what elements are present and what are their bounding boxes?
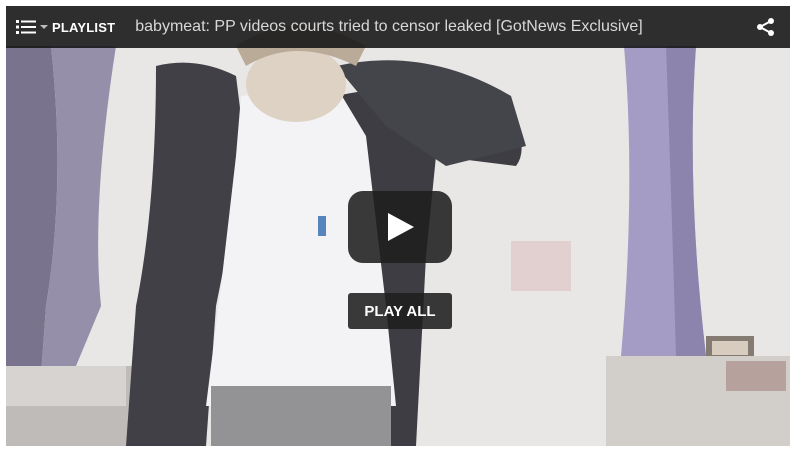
playlist-button[interactable]: PLAYLIST <box>6 6 123 48</box>
play-icon <box>388 213 414 241</box>
playlist-label: PLAYLIST <box>52 19 116 35</box>
list-icon <box>16 20 36 34</box>
video-title[interactable]: babymeat: PP videos courts tried to cens… <box>135 18 643 36</box>
play-button[interactable] <box>348 191 452 263</box>
caret-down-icon <box>40 25 48 29</box>
title-bar: PLAYLIST babymeat: PP videos courts trie… <box>6 6 790 48</box>
video-player[interactable]: PLAYLIST babymeat: PP videos courts trie… <box>6 6 790 446</box>
play-all-button[interactable]: PLAY ALL <box>348 293 452 329</box>
share-icon[interactable] <box>756 17 776 37</box>
